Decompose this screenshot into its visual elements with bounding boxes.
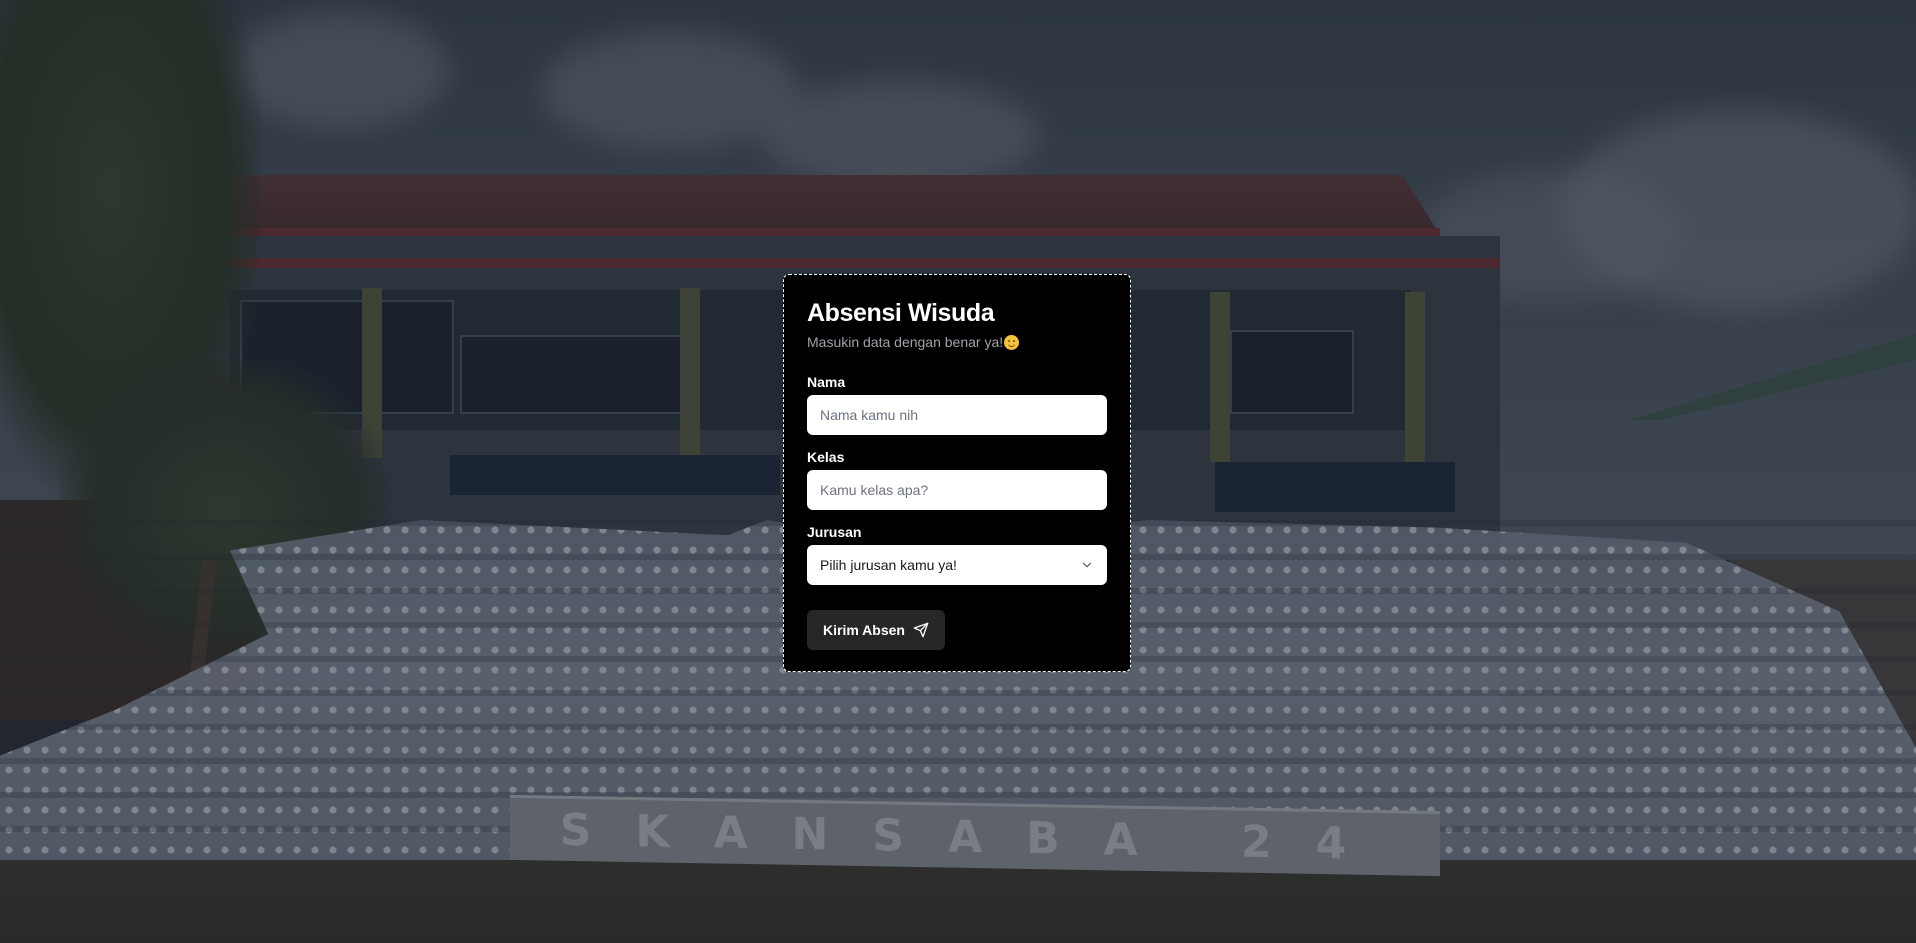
kelas-input[interactable] <box>807 470 1107 510</box>
page: SKANSABA 24 Absensi Wisuda Masukin data … <box>0 0 1916 943</box>
kelas-field-group: Kelas <box>807 449 1107 510</box>
send-icon <box>913 622 929 638</box>
kirim-absen-label: Kirim Absen <box>823 622 905 638</box>
form-title: Absensi Wisuda <box>807 299 995 327</box>
smiling-face-icon <box>1004 335 1020 350</box>
form-subtitle-text: Masukin data dengan benar ya! <box>807 334 1004 350</box>
form-subtitle: Masukin data dengan benar ya! <box>807 333 1107 351</box>
jurusan-select-value: Pilih jurusan kamu ya! <box>820 557 957 573</box>
attendance-form-card: Absensi Wisuda Masukin data dengan benar… <box>783 274 1131 672</box>
jurusan-label: Jurusan <box>807 524 862 540</box>
nama-field-group: Nama <box>807 374 1107 435</box>
jurusan-field-group: Jurusan Pilih jurusan kamu ya! <box>807 524 1107 585</box>
chevron-down-icon <box>1080 558 1094 572</box>
nama-label: Nama <box>807 374 846 390</box>
nama-input[interactable] <box>807 395 1107 435</box>
kirim-absen-button[interactable]: Kirim Absen <box>807 610 945 650</box>
jurusan-select[interactable]: Pilih jurusan kamu ya! <box>807 545 1107 585</box>
kelas-label: Kelas <box>807 449 845 465</box>
